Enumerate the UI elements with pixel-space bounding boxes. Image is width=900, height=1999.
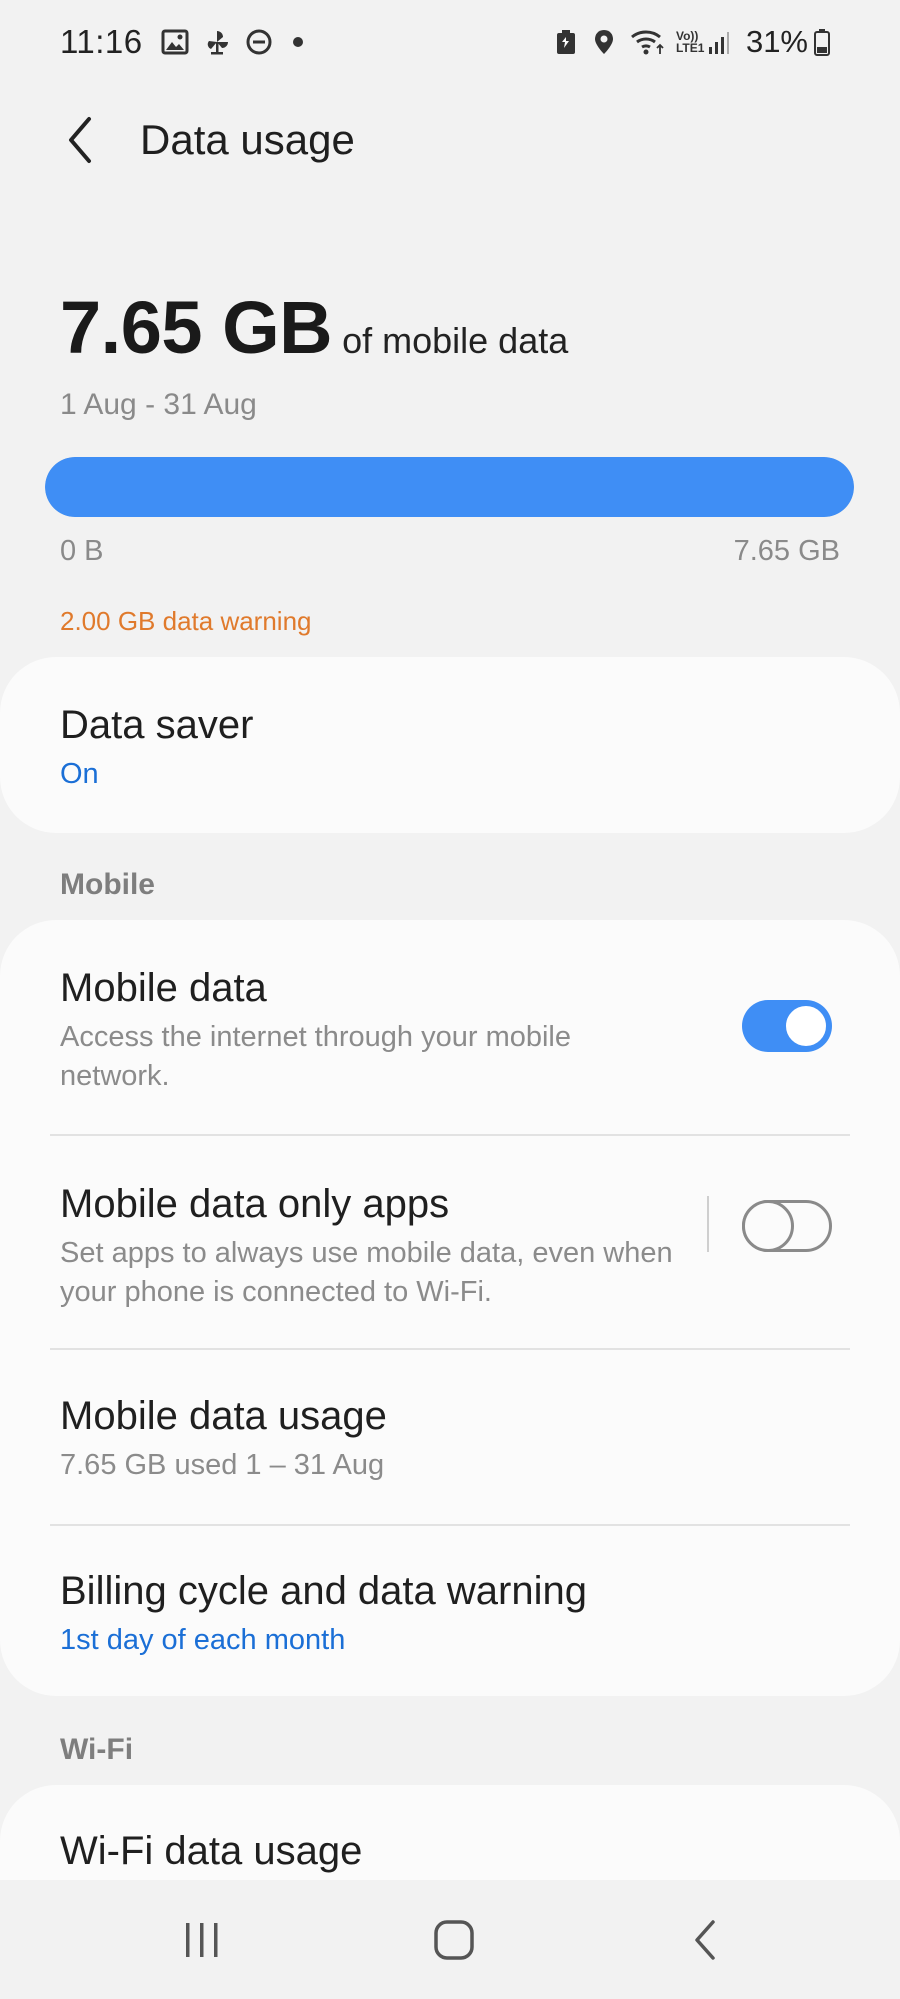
mobile-data-toggle[interactable] <box>742 1000 832 1052</box>
data-saver-item[interactable]: Data saver On <box>60 699 840 794</box>
mobile-data-only-apps-item[interactable]: Mobile data only apps Set apps to always… <box>60 1178 840 1312</box>
mobile-data-only-apps-subtitle: Set apps to always use mobile data, even… <box>60 1237 673 1308</box>
mobile-settings-card: Mobile data Access the internet through … <box>0 920 900 1696</box>
usage-progress-fill <box>45 457 854 517</box>
mobile-data-only-apps-toggle[interactable] <box>742 1200 832 1252</box>
back-icon <box>695 1920 715 1960</box>
mobile-data-subtitle: Access the internet through your mobile … <box>60 1021 571 1092</box>
usage-bar-max-label: 7.65 GB <box>733 535 840 567</box>
usage-bar-min-label: 0 B <box>60 535 104 567</box>
home-button[interactable] <box>414 1910 494 1970</box>
battery-icon <box>814 28 830 56</box>
usage-progress-bar <box>45 457 854 517</box>
vertical-separator <box>707 1196 709 1252</box>
battery-saver-icon <box>554 28 582 56</box>
wifi-settings-card: Wi-Fi data usage <box>0 1785 900 1880</box>
billing-cycle-title: Billing cycle and data warning <box>60 1569 587 1613</box>
pinwheel-icon <box>203 28 231 56</box>
navigation-bar <box>0 1880 900 1999</box>
wifi-data-usage-title: Wi-Fi data usage <box>60 1829 363 1873</box>
wifi-data-usage-item[interactable]: Wi-Fi data usage <box>60 1825 840 1877</box>
location-icon <box>592 28 620 56</box>
status-time: 11:16 <box>60 23 143 60</box>
app-bar: Data usage <box>0 100 900 180</box>
mobile-data-only-apps-title: Mobile data only apps <box>60 1182 450 1226</box>
toggle-knob <box>783 1003 829 1049</box>
recents-icon <box>186 1923 218 1957</box>
status-bar: 11:16 Vo)) LTE1 31% <box>0 0 900 84</box>
data-saver-title: Data saver <box>60 703 254 747</box>
section-label-mobile: Mobile <box>60 868 155 901</box>
mobile-data-title: Mobile data <box>60 966 267 1010</box>
page-title: Data usage <box>140 116 355 163</box>
data-warning-label: 2.00 GB data warning <box>60 606 312 636</box>
billing-cycle-subtitle: 1st day of each month <box>60 1624 346 1656</box>
image-icon <box>161 28 189 56</box>
usage-suffix: of mobile data <box>342 320 569 361</box>
toggle-knob <box>742 1200 794 1252</box>
status-bar-right: Vo)) LTE1 31% <box>554 20 840 64</box>
do-not-disturb-icon <box>245 28 273 56</box>
lte-label: LTE1 <box>675 41 705 55</box>
mobile-data-usage-item[interactable]: Mobile data usage 7.65 GB used 1 – 31 Au… <box>60 1390 840 1485</box>
data-saver-card[interactable]: Data saver On <box>0 657 900 833</box>
back-button[interactable] <box>50 108 110 172</box>
mobile-data-only-apps-row: Mobile data only apps Set apps to always… <box>0 1136 900 1348</box>
section-label-wifi: Wi-Fi <box>60 1733 134 1766</box>
divider <box>50 1348 850 1350</box>
divider <box>50 1524 850 1526</box>
volte-signal-icon: Vo)) LTE1 <box>676 28 736 56</box>
usage-period: 1 Aug - 31 Aug <box>60 388 257 421</box>
usage-summary: 7.65 GB of mobile data <box>60 285 568 370</box>
wifi-icon <box>630 28 666 56</box>
chevron-left-icon <box>69 117 91 163</box>
data-saver-status: On <box>60 758 99 790</box>
mobile-data-usage-subtitle: 7.65 GB used 1 – 31 Aug <box>60 1449 385 1481</box>
mobile-data-usage-title: Mobile data usage <box>60 1394 387 1438</box>
home-icon <box>434 1920 474 1960</box>
status-bar-left: 11:16 <box>60 20 303 64</box>
notification-dot-icon <box>292 37 303 47</box>
recents-button[interactable] <box>162 1910 242 1970</box>
billing-cycle-item[interactable]: Billing cycle and data warning 1st day o… <box>60 1565 840 1660</box>
usage-amount: 7.65 GB <box>60 286 333 369</box>
nav-back-button[interactable] <box>666 1910 746 1970</box>
battery-percent: 31% <box>745 24 808 59</box>
mobile-data-item[interactable]: Mobile data Access the internet through … <box>60 962 840 1112</box>
